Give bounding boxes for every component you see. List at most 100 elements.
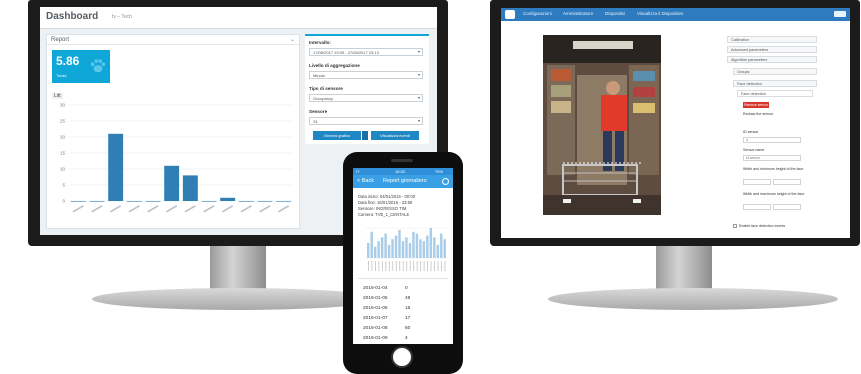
bar[interactable] [238, 201, 254, 202]
table-row[interactable]: 2016-01-09 4 [363, 336, 443, 341]
table-row[interactable]: 2016-01-04 0 [363, 286, 443, 291]
nav-item-admin[interactable]: Amministratore [563, 11, 593, 16]
bar [391, 239, 394, 258]
bar[interactable] [89, 201, 105, 202]
bar [398, 229, 401, 258]
collapse-icon[interactable]: ⌄ [290, 36, 295, 43]
sensor-name-input[interactable]: Id sensor [743, 155, 801, 161]
id-sensor-input[interactable]: 4 [743, 137, 801, 143]
remove-sensor-button[interactable]: Remove sensor [743, 102, 769, 108]
max-face-size-label: Width and maximum height of the face [743, 192, 805, 196]
sensor-type-select[interactable]: Occupancy ▾ [309, 94, 423, 102]
sensor-name-label: Sensor name [743, 148, 765, 152]
x-tick-label [392, 261, 394, 271]
refresh-icon[interactable] [442, 178, 449, 185]
bar[interactable] [257, 201, 273, 202]
face-detection-subsection[interactable]: Face detection [737, 90, 813, 97]
x-tick-label [128, 205, 140, 213]
interval-select[interactable]: 17/08/2017 19:05 - 27/08/2017 23:13 ▾ [309, 48, 423, 56]
x-tick-label [437, 261, 439, 271]
table-row[interactable]: 2016-01-05 48 [363, 296, 443, 301]
min-face-size-label: Width and minimum height of the face [743, 167, 804, 171]
row-value: 17 [405, 316, 411, 321]
config-panel: Calibration Advanced parameters Algorith… [727, 36, 817, 232]
right-monitor-neck [656, 246, 712, 294]
x-tick-label [399, 261, 401, 271]
x-tick-label [184, 205, 196, 213]
x-tick-label [165, 205, 178, 213]
aggregation-select[interactable]: Minuto ▾ [309, 71, 423, 79]
page-title: Dashboard [46, 11, 99, 22]
face-detection-section[interactable]: Face detection [733, 80, 817, 87]
x-tick-label [72, 205, 84, 213]
x-tick-label [444, 261, 446, 271]
bar [367, 243, 370, 258]
bar [394, 235, 398, 258]
user-badge[interactable] [834, 11, 846, 17]
left-monitor-neck [210, 246, 266, 294]
min-width-input[interactable] [743, 179, 771, 185]
home-button[interactable] [391, 346, 413, 368]
table-row[interactable]: 2016-01-07 17 [363, 316, 443, 321]
table-row[interactable]: 2016-01-06 16 [363, 306, 443, 311]
advanced-section[interactable]: Advanced parameters [727, 46, 817, 53]
graph-dropdown-toggle[interactable] [362, 131, 368, 140]
row-value: 48 [405, 296, 411, 301]
x-tick-label [259, 205, 271, 213]
bar[interactable] [276, 201, 292, 202]
chevron-down-icon: ▾ [417, 95, 420, 100]
x-tick-label [375, 261, 376, 271]
table-row[interactable]: 2016-01-08 60 [363, 326, 443, 331]
bar[interactable] [70, 201, 86, 202]
row-value: 0 [405, 286, 408, 291]
bar [408, 243, 412, 258]
enable-face-detection-checkbox[interactable] [733, 224, 737, 228]
algorithm-section[interactable]: Algorithm parameters [727, 56, 817, 63]
bar[interactable] [182, 175, 198, 201]
right-monitor-stand [548, 288, 838, 310]
x-tick-label [91, 205, 103, 213]
max-height-input[interactable] [773, 204, 801, 210]
bar[interactable] [145, 201, 161, 202]
bar[interactable] [164, 165, 180, 201]
x-tick-label [420, 261, 422, 271]
id-sensor-label: ID sensor [743, 130, 759, 134]
nav-item-devices[interactable]: Dispositivi [605, 11, 625, 16]
min-height-input[interactable] [773, 179, 801, 185]
interval-value: 17/08/2017 19:05 - 27/08/2017 23:13 [313, 50, 379, 55]
sensor-type-value: Occupancy [313, 96, 334, 101]
enable-face-detection-label: Enable face detection events [739, 224, 786, 228]
x-tick-label [427, 261, 428, 271]
x-tick-label [368, 261, 369, 271]
bar [433, 237, 436, 258]
bar[interactable] [220, 197, 236, 201]
y-tick-label: 20 [60, 135, 66, 140]
back-button[interactable]: < Back [357, 178, 374, 184]
row-date: 2016-01-04 [363, 286, 388, 291]
status-bar: IT 16:32 75% [353, 168, 453, 175]
sensor-select[interactable]: S1 ▾ [309, 117, 423, 125]
x-tick-label [441, 261, 442, 271]
calibration-section[interactable]: Calibration [727, 36, 817, 43]
y-tick-label: 25 [60, 119, 66, 124]
bar[interactable] [126, 201, 142, 202]
x-tick-label [430, 261, 432, 271]
bar [415, 233, 419, 258]
nav-item-config[interactable]: Configurazioni [523, 11, 552, 16]
max-width-input[interactable] [743, 204, 771, 210]
nav-item-view-device[interactable]: Visualizza il Dispositivo [637, 11, 683, 16]
app-logo[interactable] [505, 10, 515, 19]
chart-tab[interactable]: Litt [52, 93, 63, 99]
page-subtitle: tv – Tech [112, 14, 132, 20]
show-events-button[interactable]: Visualizza eventi [371, 131, 419, 140]
bar [373, 246, 377, 258]
sensor-type-label: Tipo di sensore [309, 86, 343, 91]
chevron-down-icon: ▾ [417, 118, 420, 123]
generate-graph-button[interactable]: Genera grafico [313, 131, 361, 140]
bar[interactable] [201, 201, 217, 202]
bar[interactable] [108, 133, 124, 201]
camera-frame[interactable] [543, 35, 661, 215]
phone-screen: IT 16:32 75% < Back Report giornaliero D… [353, 168, 453, 344]
x-tick-label [277, 205, 290, 213]
groups-section[interactable]: Groups [733, 68, 817, 75]
